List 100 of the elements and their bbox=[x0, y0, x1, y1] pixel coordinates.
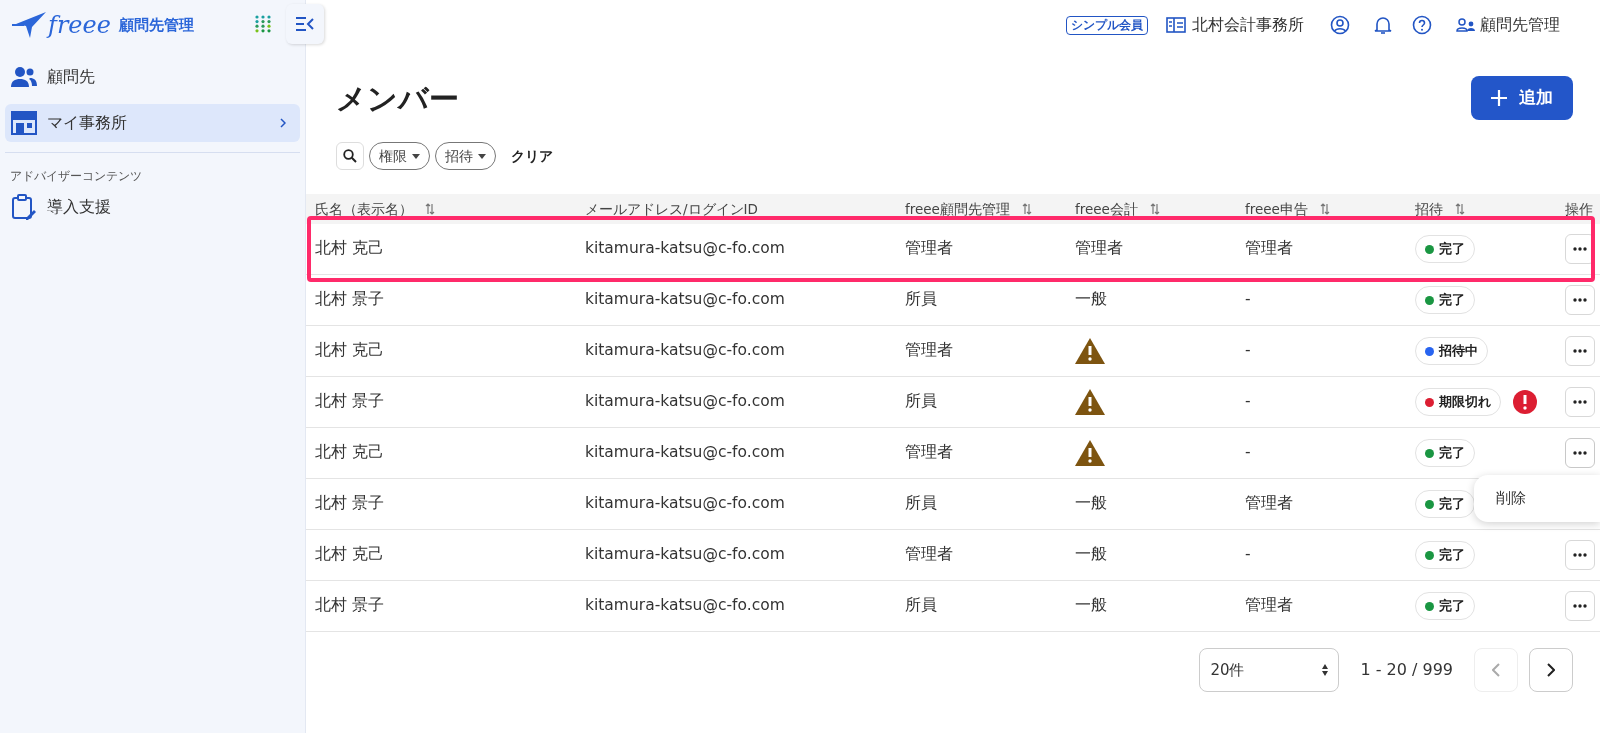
table-cell-text: 一般 bbox=[1075, 544, 1107, 566]
table-cell-text: 一般 bbox=[1075, 289, 1107, 311]
logo-wordmark: freee bbox=[48, 13, 111, 37]
table-cell-text: 北村 景子 bbox=[315, 289, 384, 311]
product-name: 顧問先管理 bbox=[118, 14, 194, 36]
menu-item[interactable]: 削除 bbox=[1474, 483, 1600, 514]
table-cell-text: 所員 bbox=[905, 493, 937, 515]
table-cell-text: 所員 bbox=[905, 391, 937, 413]
column-header[interactable]: freee申告 bbox=[1245, 198, 1308, 220]
bird-logo-icon bbox=[12, 10, 46, 40]
table-cell-text: kitamura-katsu@c-fo.com bbox=[585, 493, 785, 515]
plan-badge: シンプル会員 bbox=[1066, 15, 1148, 35]
more-icon bbox=[1573, 604, 1587, 608]
table-cell-text: - bbox=[1245, 544, 1251, 566]
collapse-sidebar-button[interactable] bbox=[286, 4, 324, 44]
people-icon bbox=[1456, 18, 1476, 32]
table-cell-text: 北村 景子 bbox=[315, 595, 384, 617]
app-grid-icon[interactable] bbox=[254, 15, 272, 33]
clipboard-icon bbox=[11, 194, 37, 220]
table-cell-text: 北村 景子 bbox=[315, 493, 384, 515]
section-label: アドバイザーコンテンツ bbox=[9, 168, 143, 185]
table-cell-text: kitamura-katsu@c-fo.com bbox=[585, 340, 785, 362]
table-cell-text: kitamura-katsu@c-fo.com bbox=[585, 289, 785, 311]
caret-icon bbox=[412, 153, 420, 159]
user-menu[interactable]: 顧問先管理 bbox=[1480, 13, 1560, 37]
column-header[interactable]: 操作 bbox=[1565, 198, 1593, 220]
collapse-menu-icon bbox=[295, 16, 315, 32]
more-actions-button[interactable] bbox=[1565, 438, 1595, 468]
more-icon bbox=[1573, 349, 1587, 353]
table-cell-text: 管理者 bbox=[1245, 493, 1293, 515]
more-actions-button[interactable] bbox=[1565, 591, 1595, 621]
table-cell-text: 管理者 bbox=[905, 442, 953, 464]
page-size-select[interactable]: 20件 bbox=[1199, 648, 1340, 692]
sort-icon[interactable] bbox=[1455, 203, 1465, 215]
column-header[interactable]: メールアドレス/ログインID bbox=[585, 198, 758, 220]
people-icon bbox=[11, 66, 37, 88]
search-icon bbox=[343, 149, 357, 163]
warning-icon bbox=[1075, 440, 1105, 466]
building-icon bbox=[1166, 16, 1186, 34]
account-icon[interactable] bbox=[1330, 15, 1350, 35]
table-cell-text: kitamura-katsu@c-fo.com bbox=[585, 238, 785, 260]
table-cell-text: kitamura-katsu@c-fo.com bbox=[585, 595, 785, 617]
table-cell-text: 管理者 bbox=[905, 238, 953, 260]
table-cell-text: 一般 bbox=[1075, 595, 1107, 617]
sort-icon[interactable] bbox=[1021, 203, 1032, 215]
table-cell-text: 管理者 bbox=[1245, 238, 1293, 260]
more-icon bbox=[1573, 247, 1587, 251]
column-header[interactable]: 招待 bbox=[1415, 198, 1443, 220]
more-icon bbox=[1573, 298, 1587, 302]
bell-icon[interactable] bbox=[1374, 15, 1392, 35]
more-icon bbox=[1573, 400, 1587, 404]
sort-icon[interactable] bbox=[1319, 203, 1330, 215]
table-cell-text: 管理者 bbox=[1245, 595, 1293, 617]
sort-icon[interactable] bbox=[1149, 203, 1160, 215]
page-range: 1 - 20 / 999 bbox=[1360, 659, 1453, 681]
sidebar-item[interactable]: 導入支援 bbox=[0, 189, 305, 225]
more-actions-button[interactable] bbox=[1565, 540, 1595, 570]
table-cell-text: 一般 bbox=[1075, 493, 1107, 515]
plus-icon bbox=[1491, 90, 1507, 106]
table-cell-text: - bbox=[1245, 289, 1251, 311]
caret-icon bbox=[478, 153, 486, 159]
table-cell-text: 北村 克己 bbox=[315, 544, 384, 566]
table-cell-text: 管理者 bbox=[905, 340, 953, 362]
table-cell-text: 管理者 bbox=[905, 544, 953, 566]
add-button[interactable]: 追加 bbox=[1471, 76, 1573, 120]
help-icon[interactable] bbox=[1412, 15, 1432, 35]
table-cell-text: 所員 bbox=[905, 595, 937, 617]
more-actions-button[interactable] bbox=[1565, 285, 1595, 315]
sort-icon[interactable] bbox=[425, 203, 435, 215]
column-header[interactable]: 氏名（表示名） bbox=[315, 198, 413, 220]
more-actions-button[interactable] bbox=[1565, 336, 1595, 366]
table-cell-text: 北村 克己 bbox=[315, 238, 384, 260]
warning-icon bbox=[1075, 389, 1105, 415]
table-cell-text: kitamura-katsu@c-fo.com bbox=[585, 442, 785, 464]
column-header[interactable]: freee顧問先管理 bbox=[905, 198, 1010, 220]
updown-icon bbox=[1322, 664, 1329, 676]
storefront-icon bbox=[11, 111, 37, 135]
chevron-right-icon bbox=[1547, 663, 1555, 677]
table-cell-text: kitamura-katsu@c-fo.com bbox=[585, 391, 785, 413]
table-cell-text: 北村 景子 bbox=[315, 391, 384, 413]
chevron-left-icon bbox=[1492, 663, 1500, 677]
page-title: メンバー bbox=[336, 79, 459, 118]
more-icon bbox=[1573, 553, 1587, 557]
search-button[interactable] bbox=[336, 142, 364, 170]
column-header[interactable]: freee会計 bbox=[1075, 198, 1138, 220]
table-cell-text: 北村 克己 bbox=[315, 340, 384, 362]
table-cell-text: 管理者 bbox=[1075, 238, 1123, 260]
office-name[interactable]: 北村会計事務所 bbox=[1192, 13, 1304, 37]
more-actions-button[interactable] bbox=[1565, 387, 1595, 417]
clear-link[interactable]: クリア bbox=[511, 145, 553, 167]
table-cell-text: 所員 bbox=[905, 289, 937, 311]
table-cell-text: - bbox=[1245, 391, 1251, 413]
sidebar-item[interactable]: マイ事務所 bbox=[5, 104, 300, 142]
table-cell-text: - bbox=[1245, 340, 1251, 362]
sidebar-item[interactable]: 顧問先 bbox=[5, 58, 300, 96]
warning-icon bbox=[1075, 338, 1105, 364]
more-icon bbox=[1573, 451, 1587, 455]
table-cell-text: 北村 克己 bbox=[315, 442, 384, 464]
table-cell-text: - bbox=[1245, 442, 1251, 464]
table-cell-text: kitamura-katsu@c-fo.com bbox=[585, 544, 785, 566]
